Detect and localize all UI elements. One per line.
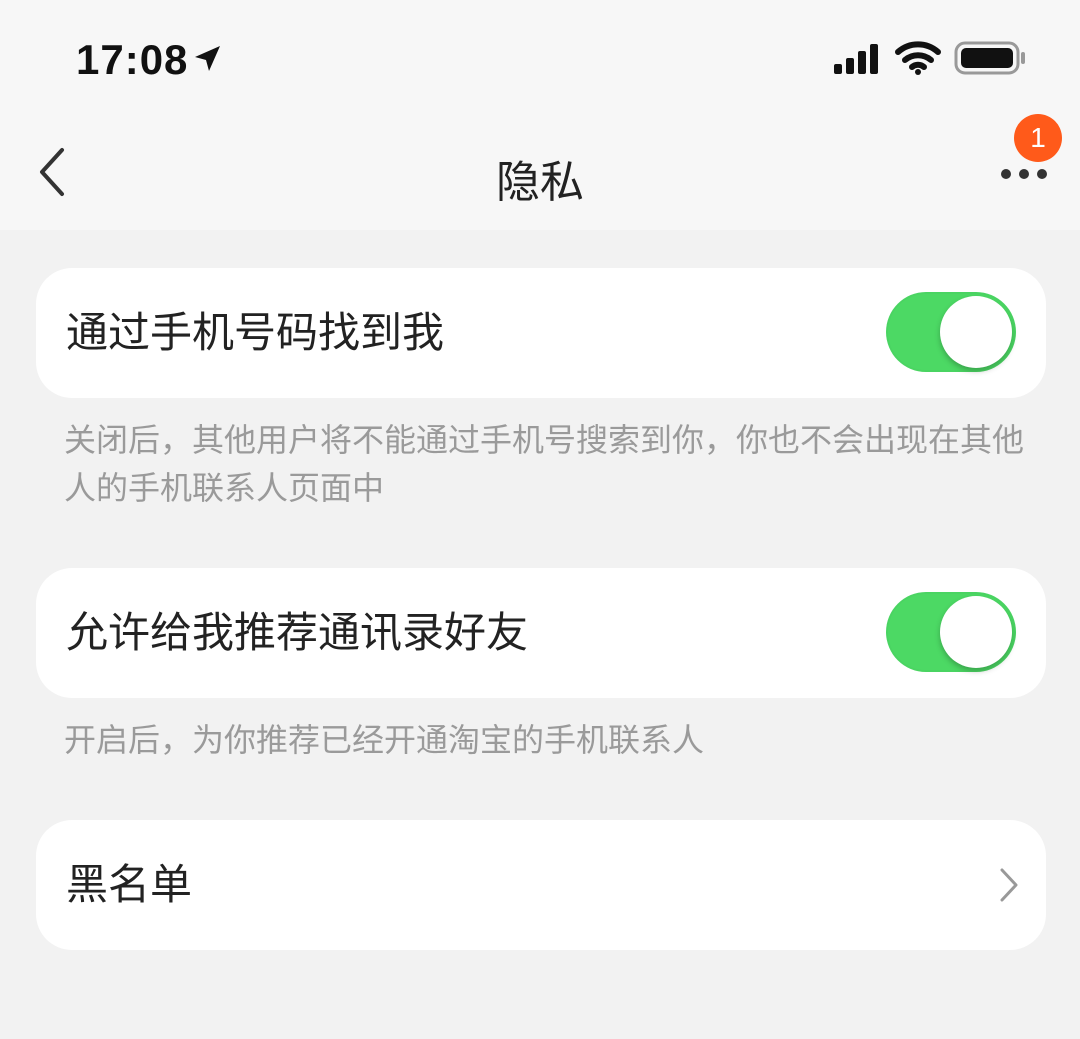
blacklist-row[interactable]: 黑名单 [36,820,1046,950]
recommend-contacts-description: 开启后，为你推荐已经开通淘宝的手机联系人 [64,721,705,759]
recommend-contacts-toggle[interactable] [886,592,1016,672]
more-dots-icon[interactable] [994,158,1054,186]
battery-icon [954,41,1025,75]
recommend-contacts-label: 允许给我推荐通讯录好友 [66,608,529,657]
find-by-phone-description: 关闭后，其他用户将不能通过手机号搜索到你，你也不会出现在其他人的手机联系人页面中 [64,421,1025,507]
notification-badge: 1 [1014,114,1062,162]
page-title: 隐私 [496,157,584,208]
toggle-knob [940,296,1012,368]
wifi-icon [895,41,941,75]
find-by-phone-label: 通过手机号码找到我 [66,308,445,357]
header-area: 17:08 隐私 1 [0,0,1080,230]
signal-icon [834,44,878,74]
find-by-phone-row: 通过手机号码找到我 [36,268,1046,398]
chevron-right-icon [1000,868,1018,902]
find-by-phone-toggle[interactable] [886,292,1016,372]
toggle-knob [940,596,1012,668]
location-arrow-icon [195,46,220,71]
recommend-contacts-row: 允许给我推荐通讯录好友 [36,568,1046,698]
status-time: 17:08 [76,36,189,83]
blacklist-label: 黑名单 [66,860,193,909]
